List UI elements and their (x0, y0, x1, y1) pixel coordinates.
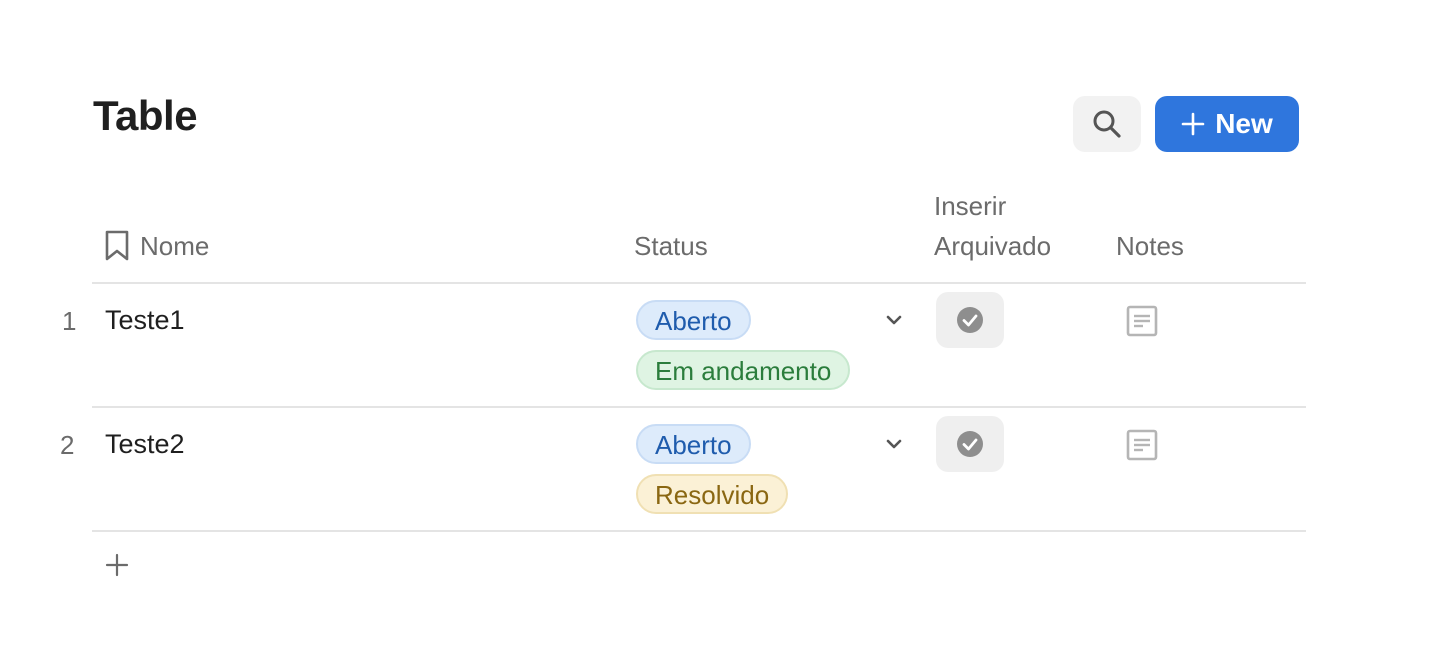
table-page: Table New Nome Status Inserir Arquivado … (0, 0, 1430, 654)
column-header-arquivado[interactable]: Arquivado (934, 226, 1051, 266)
check-circle-icon (957, 307, 983, 333)
archive-button[interactable] (936, 416, 1004, 472)
row-divider (92, 406, 1306, 408)
column-header-notes[interactable]: Notes (1116, 226, 1184, 266)
column-header-name[interactable]: Nome (140, 226, 209, 266)
status-tag-aberto[interactable]: Aberto (636, 300, 751, 340)
archive-button[interactable] (936, 292, 1004, 348)
add-row-icon[interactable] (104, 552, 130, 578)
plus-icon (1181, 112, 1205, 136)
chevron-down-icon[interactable] (884, 312, 904, 328)
status-tag-resolvido[interactable]: Resolvido (636, 474, 789, 514)
search-button[interactable] (1073, 96, 1141, 152)
page-title: Table (93, 92, 198, 139)
row-divider (92, 530, 1306, 532)
row-number: 2 (60, 430, 75, 460)
row-number: 1 (62, 306, 77, 336)
notes-icon[interactable] (1126, 429, 1158, 461)
header-divider (92, 282, 1306, 284)
chevron-down-icon[interactable] (884, 436, 904, 452)
notes-icon[interactable] (1126, 305, 1158, 337)
row-name-cell[interactable]: Teste1 (105, 305, 185, 336)
check-circle-icon (957, 431, 983, 457)
status-tag-aberto[interactable]: Aberto (636, 424, 751, 464)
column-header-status[interactable]: Status (634, 226, 708, 266)
bookmark-icon (105, 230, 129, 261)
new-button[interactable]: New (1155, 96, 1299, 152)
search-icon (1093, 110, 1121, 138)
row-name-cell[interactable]: Teste2 (105, 429, 185, 460)
column-header-inserir[interactable]: Inserir (934, 186, 1006, 226)
status-tag-em-andamento[interactable]: Em andamento (636, 350, 851, 390)
new-button-label: New (1215, 108, 1273, 139)
